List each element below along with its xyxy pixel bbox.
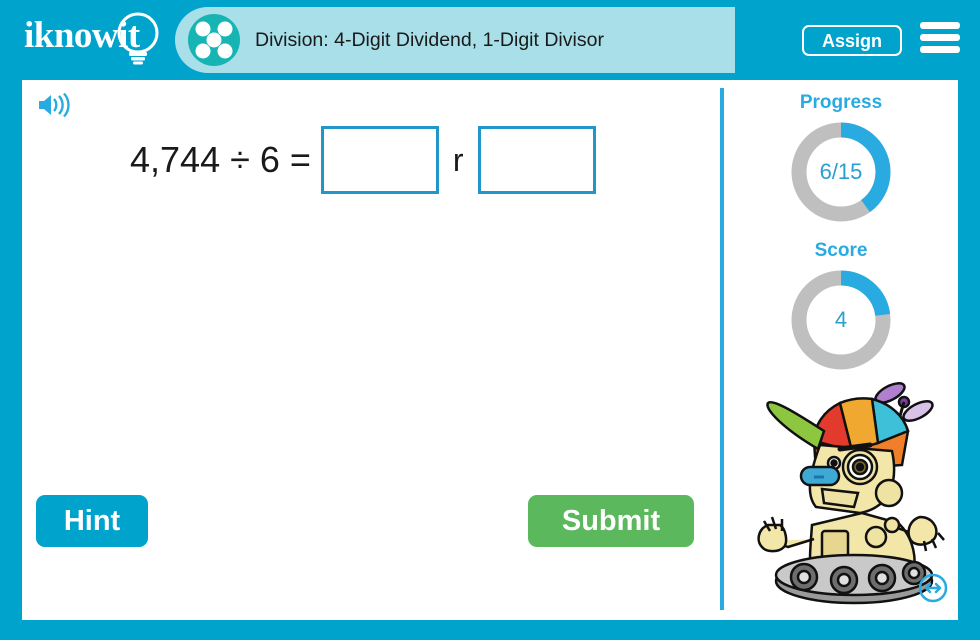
submit-button[interactable]: Submit — [528, 495, 694, 547]
app-header: iknowit Division: 4-Digit Dividend, 1-Di… — [0, 0, 980, 80]
status-sidebar: Progress 6/15 Score 4 — [724, 80, 958, 620]
progress-label: Progress — [799, 92, 883, 113]
page-title: Division: 4-Digit Dividend, 1-Digit Divi… — [255, 29, 604, 51]
app-root: iknowit Division: 4-Digit Dividend, 1-Di… — [0, 0, 980, 640]
progress-value: 6/15 — [819, 159, 863, 184]
score-value: 4 — [834, 307, 848, 332]
lightbulb-icon — [117, 12, 159, 65]
menu-bar — [920, 46, 960, 53]
assign-button[interactable]: Assign — [801, 25, 902, 56]
lesson-title-band: Division: 4-Digit Dividend, 1-Digit Divi… — [175, 7, 735, 73]
five-dots-circle-icon — [188, 14, 240, 66]
hamburger-menu-icon[interactable] — [920, 22, 960, 58]
progress-meter: Progress 6/15 — [724, 92, 958, 226]
hint-button[interactable]: Hint — [36, 495, 148, 547]
robot-mascot-propeller-hat — [742, 375, 952, 605]
quotient-input[interactable] — [320, 126, 439, 194]
score-label: Score — [814, 240, 868, 261]
resize-horizontal-icon[interactable] — [918, 573, 948, 603]
question-row: 4,744 ÷ 6 = r — [130, 125, 596, 195]
remainder-label: r — [452, 141, 464, 178]
progress-ring: 6/15 — [787, 118, 895, 226]
content-stage: 4,744 ÷ 6 = r Hint Submit Progress 6/15 — [22, 80, 958, 620]
menu-bar — [920, 34, 960, 41]
remainder-input[interactable] — [477, 126, 596, 194]
score-ring: 4 — [787, 266, 895, 374]
menu-bar — [920, 22, 960, 29]
speaker-volume-icon[interactable] — [36, 92, 74, 118]
iknowit-logo[interactable]: iknowit — [24, 8, 174, 70]
question-work-area: 4,744 ÷ 6 = r Hint Submit — [22, 80, 722, 620]
score-meter: Score 4 — [724, 240, 958, 374]
equation-expression: 4,744 ÷ 6 = — [130, 139, 311, 180]
